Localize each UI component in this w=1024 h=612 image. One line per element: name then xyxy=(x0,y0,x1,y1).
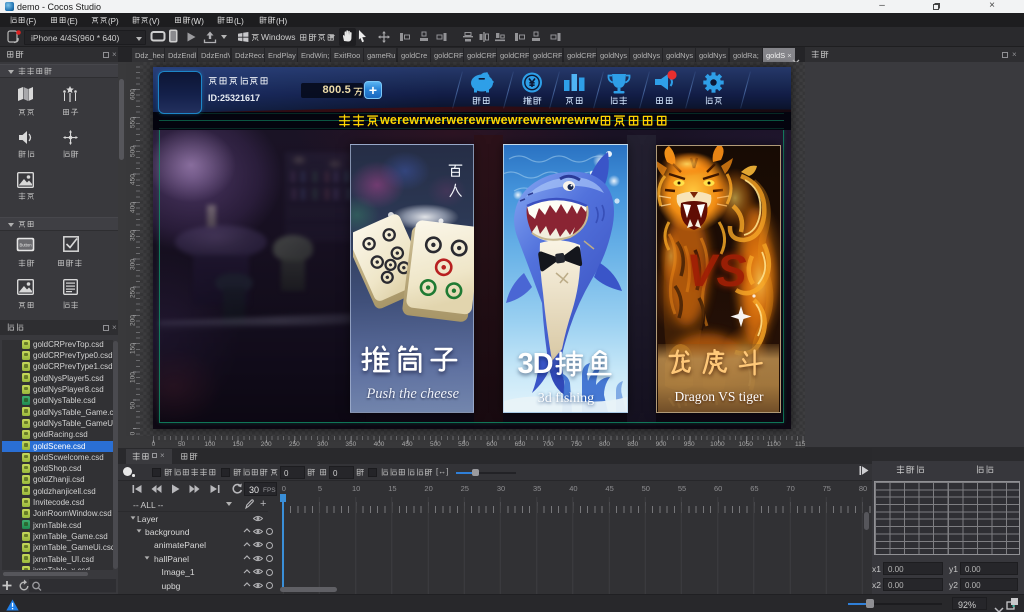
svg-text:Button: Button xyxy=(19,243,32,248)
